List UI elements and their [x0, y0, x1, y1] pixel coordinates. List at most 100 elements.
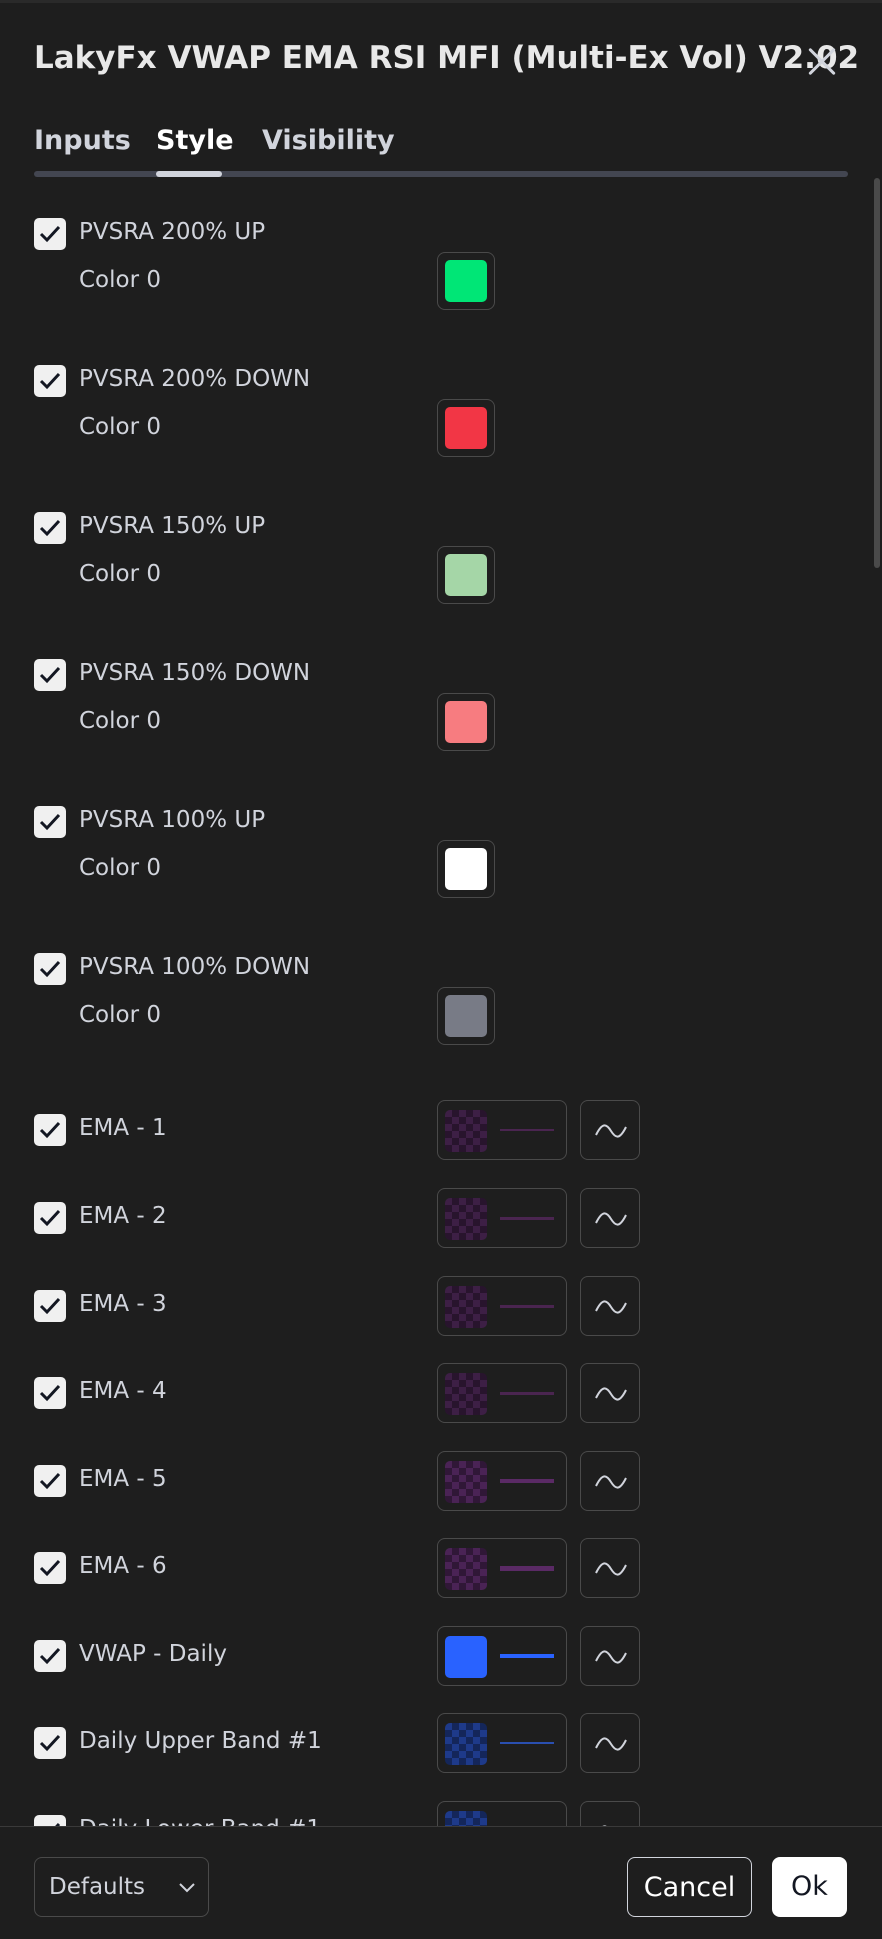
line-style-button[interactable]: [437, 1276, 567, 1336]
color-swatch-button[interactable]: [437, 252, 495, 310]
checkmark-icon: [39, 960, 61, 978]
scrollbar-thumb[interactable]: [874, 178, 880, 568]
line-preview: [500, 1654, 554, 1658]
checkmark-icon: [39, 519, 61, 537]
line-style-button[interactable]: [437, 1801, 567, 1826]
plot-label: Daily Upper Band #1: [79, 1728, 322, 1754]
line-style-button[interactable]: [437, 1100, 567, 1160]
checkmark-icon: [39, 1384, 61, 1402]
ok-button[interactable]: Ok: [772, 1857, 847, 1917]
pvsra-label: PVSRA 100% UP: [79, 807, 266, 833]
checkmark-icon: [39, 372, 61, 390]
line-plot-icon[interactable]: [580, 1363, 640, 1423]
plot-label: Daily Lower Band #1: [79, 1816, 321, 1826]
color-swatch: [445, 1548, 487, 1590]
line-plot-icon[interactable]: [580, 1626, 640, 1686]
line-preview: [500, 1392, 554, 1395]
pvsra-checkbox[interactable]: [34, 512, 66, 544]
checkmark-icon: [39, 1297, 61, 1315]
line-style-button[interactable]: [437, 1363, 567, 1423]
pvsra-checkbox[interactable]: [34, 806, 66, 838]
pvsra-label: PVSRA 100% DOWN: [79, 954, 311, 980]
checkmark-icon: [39, 1559, 61, 1577]
color-label: Color 0: [79, 1002, 161, 1028]
checkmark-icon: [39, 1472, 61, 1490]
pvsra-label: PVSRA 150% UP: [79, 513, 266, 539]
color-swatch: [445, 1198, 487, 1240]
line-style-button[interactable]: [437, 1538, 567, 1598]
line-preview: [500, 1217, 554, 1220]
ok-label: Ok: [791, 1871, 828, 1902]
tab-visibility[interactable]: Visibility: [262, 125, 395, 156]
plot-checkbox[interactable]: [34, 1465, 66, 1497]
plot-checkbox[interactable]: [34, 1290, 66, 1322]
tab-active-indicator: [156, 171, 222, 177]
color-swatch: [445, 701, 487, 743]
color-swatch-button[interactable]: [437, 399, 495, 457]
line-style-button[interactable]: [437, 1626, 567, 1686]
plot-checkbox[interactable]: [34, 1640, 66, 1672]
plot-label: EMA - 6: [79, 1553, 167, 1579]
dialog-title: LakyFx VWAP EMA RSI MFI (Multi-Ex Vol) V…: [34, 40, 860, 76]
pvsra-checkbox[interactable]: [34, 365, 66, 397]
plot-checkbox[interactable]: [34, 1815, 66, 1826]
plot-label: EMA - 1: [79, 1115, 167, 1141]
color-swatch: [445, 554, 487, 596]
line-plot-icon[interactable]: [580, 1801, 640, 1826]
plot-checkbox[interactable]: [34, 1377, 66, 1409]
plot-label: EMA - 4: [79, 1378, 167, 1404]
plot-label: VWAP - Daily: [79, 1641, 227, 1667]
color-swatch-button[interactable]: [437, 546, 495, 604]
plot-checkbox[interactable]: [34, 1202, 66, 1234]
plot-label: EMA - 3: [79, 1291, 167, 1317]
color-label: Color 0: [79, 267, 161, 293]
checkmark-icon: [39, 666, 61, 684]
pvsra-label: PVSRA 200% DOWN: [79, 366, 311, 392]
chevron-down-icon: [179, 1883, 195, 1893]
pvsra-checkbox[interactable]: [34, 659, 66, 691]
color-swatch-button[interactable]: [437, 693, 495, 751]
pvsra-checkbox[interactable]: [34, 953, 66, 985]
plot-checkbox[interactable]: [34, 1114, 66, 1146]
line-plot-icon[interactable]: [580, 1188, 640, 1248]
line-plot-icon[interactable]: [580, 1100, 640, 1160]
line-preview: [500, 1566, 554, 1571]
color-swatch: [445, 995, 487, 1037]
color-swatch: [445, 260, 487, 302]
color-swatch: [445, 848, 487, 890]
color-swatch: [445, 407, 487, 449]
color-label: Color 0: [79, 855, 161, 881]
pvsra-checkbox[interactable]: [34, 218, 66, 250]
line-plot-icon[interactable]: [580, 1276, 640, 1336]
line-preview: [500, 1305, 554, 1308]
line-plot-icon[interactable]: [580, 1713, 640, 1773]
color-swatch: [445, 1110, 487, 1152]
defaults-dropdown[interactable]: Defaults: [34, 1857, 209, 1917]
color-swatch: [445, 1286, 487, 1328]
color-label: Color 0: [79, 414, 161, 440]
color-swatch: [445, 1811, 487, 1826]
cancel-label: Cancel: [643, 1872, 736, 1903]
line-plot-icon[interactable]: [580, 1538, 640, 1598]
dialog-header: LakyFx VWAP EMA RSI MFI (Multi-Ex Vol) V…: [0, 0, 882, 120]
line-style-button[interactable]: [437, 1188, 567, 1248]
close-icon[interactable]: [800, 40, 844, 84]
color-swatch-button[interactable]: [437, 840, 495, 898]
style-settings-list[interactable]: PVSRA 200% UP Color 0 PVSRA 200% DOWN Color…: [0, 185, 882, 1826]
checkmark-icon: [39, 813, 61, 831]
plot-checkbox[interactable]: [34, 1727, 66, 1759]
line-plot-icon[interactable]: [580, 1451, 640, 1511]
plot-checkbox[interactable]: [34, 1552, 66, 1584]
tab-style[interactable]: Style: [156, 125, 234, 156]
tab-inputs[interactable]: Inputs: [34, 125, 131, 156]
line-style-button[interactable]: [437, 1713, 567, 1773]
cancel-button[interactable]: Cancel: [627, 1857, 752, 1917]
plot-label: EMA - 2: [79, 1203, 167, 1229]
plot-label: EMA - 5: [79, 1466, 167, 1492]
line-style-button[interactable]: [437, 1451, 567, 1511]
defaults-label: Defaults: [49, 1874, 146, 1900]
pvsra-label: PVSRA 200% UP: [79, 219, 266, 245]
pvsra-label: PVSRA 150% DOWN: [79, 660, 311, 686]
checkmark-icon: [39, 1734, 61, 1752]
color-swatch-button[interactable]: [437, 987, 495, 1045]
